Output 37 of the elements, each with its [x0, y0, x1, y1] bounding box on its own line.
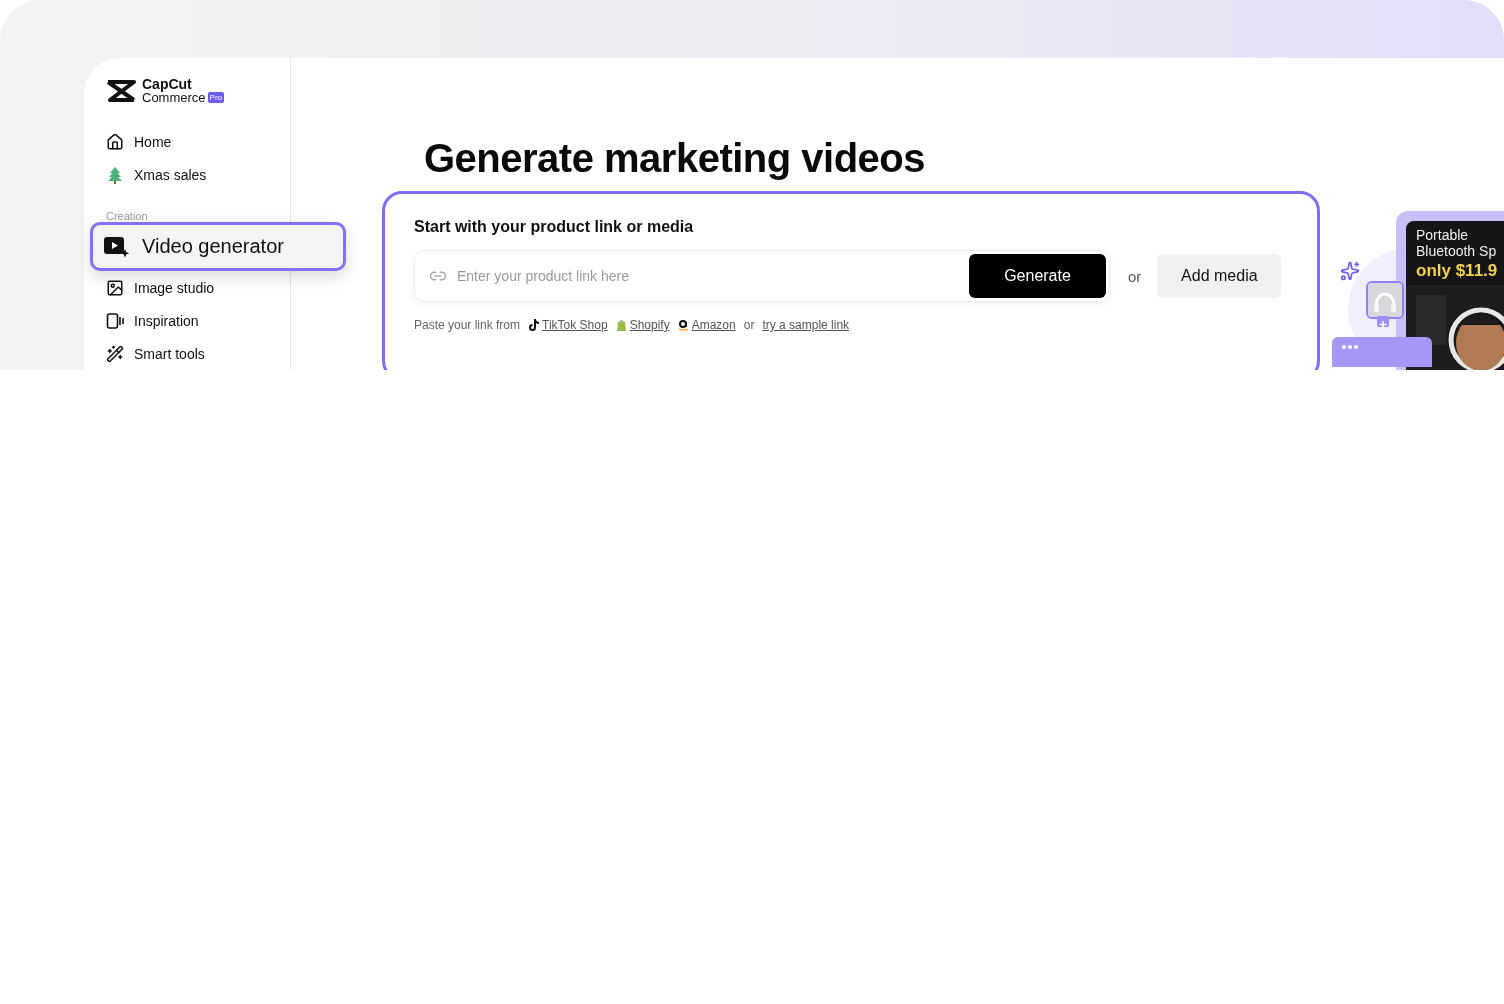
sparkle-icon: [1340, 261, 1360, 281]
source-link[interactable]: Shopify: [615, 318, 670, 332]
sidebar-item[interactable]: Xmas sales: [106, 158, 290, 192]
card-title: Start with your product link or media: [414, 218, 695, 236]
section-label: Creation: [106, 209, 149, 222]
inspiration-icon: [106, 311, 124, 330]
page-heading: Generate marketing videos: [424, 136, 927, 181]
logo-icon: [106, 79, 136, 103]
or-label: or: [743, 318, 755, 332]
source-link[interactable]: Amazon: [677, 318, 736, 332]
hint-text: Paste your link from: [414, 318, 521, 332]
shopping-bag-icon: [615, 319, 627, 331]
generate-button[interactable]: Generate: [969, 254, 1106, 298]
image-icon: [106, 278, 124, 297]
sidebar-item[interactable]: Smart tools: [106, 337, 290, 370]
sample-link[interactable]: try a sample link: [762, 318, 850, 332]
product-name: Commerce: [142, 91, 206, 104]
pro-badge: Pro: [207, 92, 225, 103]
add-media-button[interactable]: Add media: [1157, 254, 1282, 298]
sidebar-item[interactable]: Inspiration: [106, 304, 290, 338]
home-icon: [106, 133, 124, 152]
sidebar-item[interactable]: Video generator: [90, 221, 346, 272]
brand-name: CapCut: [142, 78, 192, 91]
sidebar-item[interactable]: Home: [106, 126, 290, 159]
preview-text: Portable: [1416, 227, 1470, 243]
tiktok-icon: [528, 319, 540, 331]
source-link[interactable]: TikTok Shop: [528, 318, 608, 332]
preview-price: only $11.9: [1416, 261, 1499, 281]
or-label: or: [1128, 267, 1142, 285]
tree-icon: [106, 166, 124, 185]
sidebar-item[interactable]: Image studio: [106, 271, 290, 305]
more-icon: [1341, 344, 1359, 350]
link-input-field[interactable]: Enter your product link here Generate: [414, 250, 1110, 302]
wand-icon: [106, 344, 124, 363]
amazon-icon: [677, 319, 689, 331]
preview-text: Bluetooth Sp: [1416, 243, 1498, 259]
video-icon: [104, 235, 130, 258]
